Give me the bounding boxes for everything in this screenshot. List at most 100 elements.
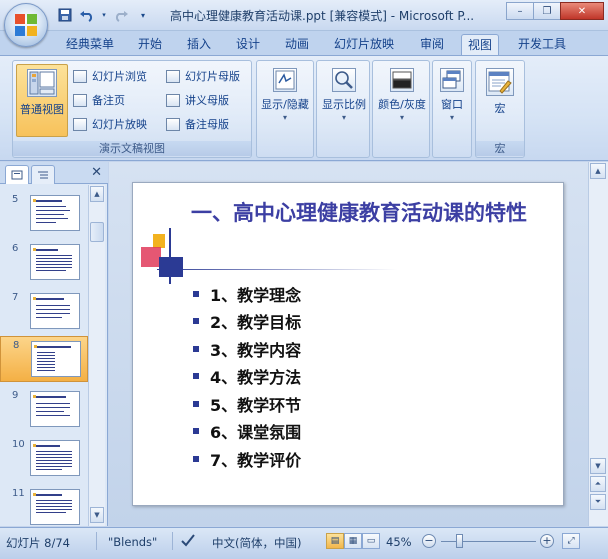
slide-master-button[interactable]: 幻灯片母版	[166, 66, 240, 86]
thumbnail-image	[30, 293, 80, 329]
thumbnail-number: 5	[12, 194, 19, 205]
ribbon: 普通视图 幻灯片浏览 备注页 幻灯片放映 幻灯片母版 讲义母版 备注母版 演示文…	[0, 55, 608, 161]
zoom-level-status[interactable]: 45%	[386, 535, 412, 549]
bullet-square-icon	[193, 373, 199, 380]
color-grayscale-button[interactable]: 颜色/灰度 ▾	[375, 64, 429, 137]
zoom-label: 显示比例	[322, 98, 366, 111]
bullet-item: 6、课堂氛围	[193, 418, 301, 446]
minimize-button[interactable]: –	[506, 2, 534, 20]
group-presentation-views: 普通视图 幻灯片浏览 备注页 幻灯片放映 幻灯片母版 讲义母版 备注母版 演示文…	[12, 60, 252, 158]
window-controls: – ❐ ✕	[506, 2, 604, 20]
bullet-text: 7、教学评价	[210, 450, 302, 470]
undo-dropdown-icon[interactable]: ▾	[100, 6, 108, 24]
thumbnail-slide-10[interactable]: 10	[0, 436, 88, 480]
show-hide-button[interactable]: 显示/隐藏 ▾	[259, 64, 311, 137]
tab-home[interactable]: 开始	[132, 34, 168, 55]
thumbnail-slide-6[interactable]: 6	[0, 240, 88, 284]
slide-title[interactable]: 一、高中心理健康教育活动课的特性	[191, 195, 551, 232]
bullet-item: 3、教学内容	[193, 335, 301, 363]
tab-classic-menu[interactable]: 经典菜单	[60, 34, 120, 55]
slide-sorter-button[interactable]: 幻灯片浏览	[73, 66, 147, 86]
slide-sorter-status-icon[interactable]: ▦	[344, 533, 362, 549]
zoom-in-icon[interactable]: +	[540, 534, 554, 548]
slide-show-button[interactable]: 幻灯片放映	[73, 114, 147, 134]
group-color-grayscale: 颜色/灰度 ▾	[372, 60, 430, 158]
zoom-button[interactable]: 显示比例 ▾	[318, 64, 370, 137]
slide-decoration	[153, 234, 165, 248]
undo-icon[interactable]	[78, 6, 96, 24]
slide-sorter-icon	[73, 69, 87, 83]
slide-scrollbar[interactable]: ▲ ▼ ⏶ ⏷	[588, 162, 608, 526]
tab-slide-show[interactable]: 幻灯片放映	[328, 34, 400, 55]
tab-developer[interactable]: 开发工具	[512, 34, 572, 55]
fit-to-window-icon[interactable]: ⤢	[562, 533, 580, 549]
scrollbar-thumb[interactable]	[90, 222, 104, 242]
scroll-up-icon[interactable]: ▲	[590, 163, 606, 179]
tab-animations[interactable]: 动画	[279, 34, 315, 55]
thumbnail-slide-5[interactable]: 5	[0, 191, 88, 235]
thumbnail-slide-7[interactable]: 7	[0, 289, 88, 333]
language-status[interactable]: 中文(简体，中国)	[212, 535, 301, 551]
macros-button[interactable]: 宏	[476, 64, 524, 137]
tab-outline-icon[interactable]	[31, 165, 55, 184]
zoom-out-icon[interactable]: −	[422, 534, 436, 548]
window-icon	[440, 68, 464, 92]
show-hide-dropdown-icon: ▾	[282, 113, 287, 122]
notes-master-label: 备注母版	[185, 118, 229, 131]
tab-view[interactable]: 视图	[461, 34, 500, 55]
previous-slide-icon[interactable]: ⏶	[590, 476, 606, 492]
zoom-icon	[332, 68, 356, 92]
next-slide-icon[interactable]: ⏷	[590, 494, 606, 510]
bullet-text: 6、课堂氛围	[210, 423, 302, 443]
bullet-text: 5、教学环节	[210, 395, 302, 415]
thumbnail-number: 11	[12, 488, 25, 499]
restore-button[interactable]: ❐	[533, 2, 561, 20]
thumbnail-slide-9[interactable]: 9	[0, 387, 88, 431]
notes-page-icon	[73, 93, 87, 107]
current-slide[interactable]: 一、高中心理健康教育活动课的特性 1、教学理念 2、教学目标 3、教学内容 4、…	[132, 182, 564, 506]
thumbnail-image	[30, 195, 80, 231]
tab-slides-icon[interactable]	[5, 165, 29, 184]
slide-bullet-list[interactable]: 1、教学理念 2、教学目标 3、教学内容 4、教学方法 5、教学环节 6、课堂氛…	[193, 280, 301, 473]
notes-page-button[interactable]: 备注页	[73, 90, 125, 110]
tab-design[interactable]: 设计	[230, 34, 266, 55]
scroll-down-icon[interactable]: ▼	[90, 507, 104, 523]
thumbnails-scrollbar[interactable]: ▲ ▼	[88, 185, 105, 526]
notes-master-button[interactable]: 备注母版	[166, 114, 229, 134]
panel-close-icon[interactable]: ✕	[91, 165, 102, 180]
title-bar: ▾ ▾ 高中心理健康教育活动课.ppt [兼容模式] - Microsoft P…	[0, 0, 608, 31]
spell-check-icon[interactable]	[180, 533, 196, 550]
show-hide-label: 显示/隐藏	[261, 98, 309, 111]
bullet-text: 2、教学目标	[210, 313, 302, 333]
slide-show-status-icon[interactable]: ▭	[362, 533, 380, 549]
slide-sorter-label: 幻灯片浏览	[92, 70, 147, 83]
office-button[interactable]	[4, 3, 48, 47]
close-button[interactable]: ✕	[560, 2, 604, 20]
window-button[interactable]: 窗口 ▾	[433, 64, 471, 137]
bullet-text: 1、教学理念	[210, 285, 302, 305]
zoom-slider-handle[interactable]	[456, 534, 463, 548]
bullet-text: 3、教学内容	[210, 340, 302, 360]
group-label-presentation-views: 演示文稿视图	[13, 141, 251, 156]
thumbnail-number: 7	[12, 292, 19, 303]
tab-review[interactable]: 审阅	[414, 34, 450, 55]
redo-icon[interactable]	[112, 6, 130, 24]
thumbnail-slide-11[interactable]: 11	[0, 485, 88, 526]
normal-view-button[interactable]: 普通视图	[16, 64, 68, 137]
tab-insert[interactable]: 插入	[181, 34, 217, 55]
scroll-down-icon[interactable]: ▼	[590, 458, 606, 474]
customize-qat-icon[interactable]: ▾	[134, 6, 152, 24]
thumbnail-number: 6	[12, 243, 19, 254]
bullet-square-icon	[193, 345, 199, 352]
slide-master-icon	[166, 69, 180, 83]
status-bar: 幻灯片 8/74 "Blends" 中文(简体，中国) ▤ ▦ ▭ 45% − …	[0, 527, 608, 559]
scroll-up-icon[interactable]: ▲	[90, 186, 104, 202]
ribbon-tab-row: 经典菜单 开始 插入 设计 动画 幻灯片放映 审阅 视图 开发工具	[0, 31, 608, 55]
normal-view-status-icon[interactable]: ▤	[326, 533, 344, 549]
handout-master-label: 讲义母版	[185, 94, 229, 107]
slide-decoration	[141, 247, 161, 267]
thumbnail-number: 9	[12, 390, 19, 401]
thumbnail-slide-8[interactable]: 8	[0, 336, 88, 382]
save-icon[interactable]	[56, 6, 74, 24]
handout-master-button[interactable]: 讲义母版	[166, 90, 229, 110]
